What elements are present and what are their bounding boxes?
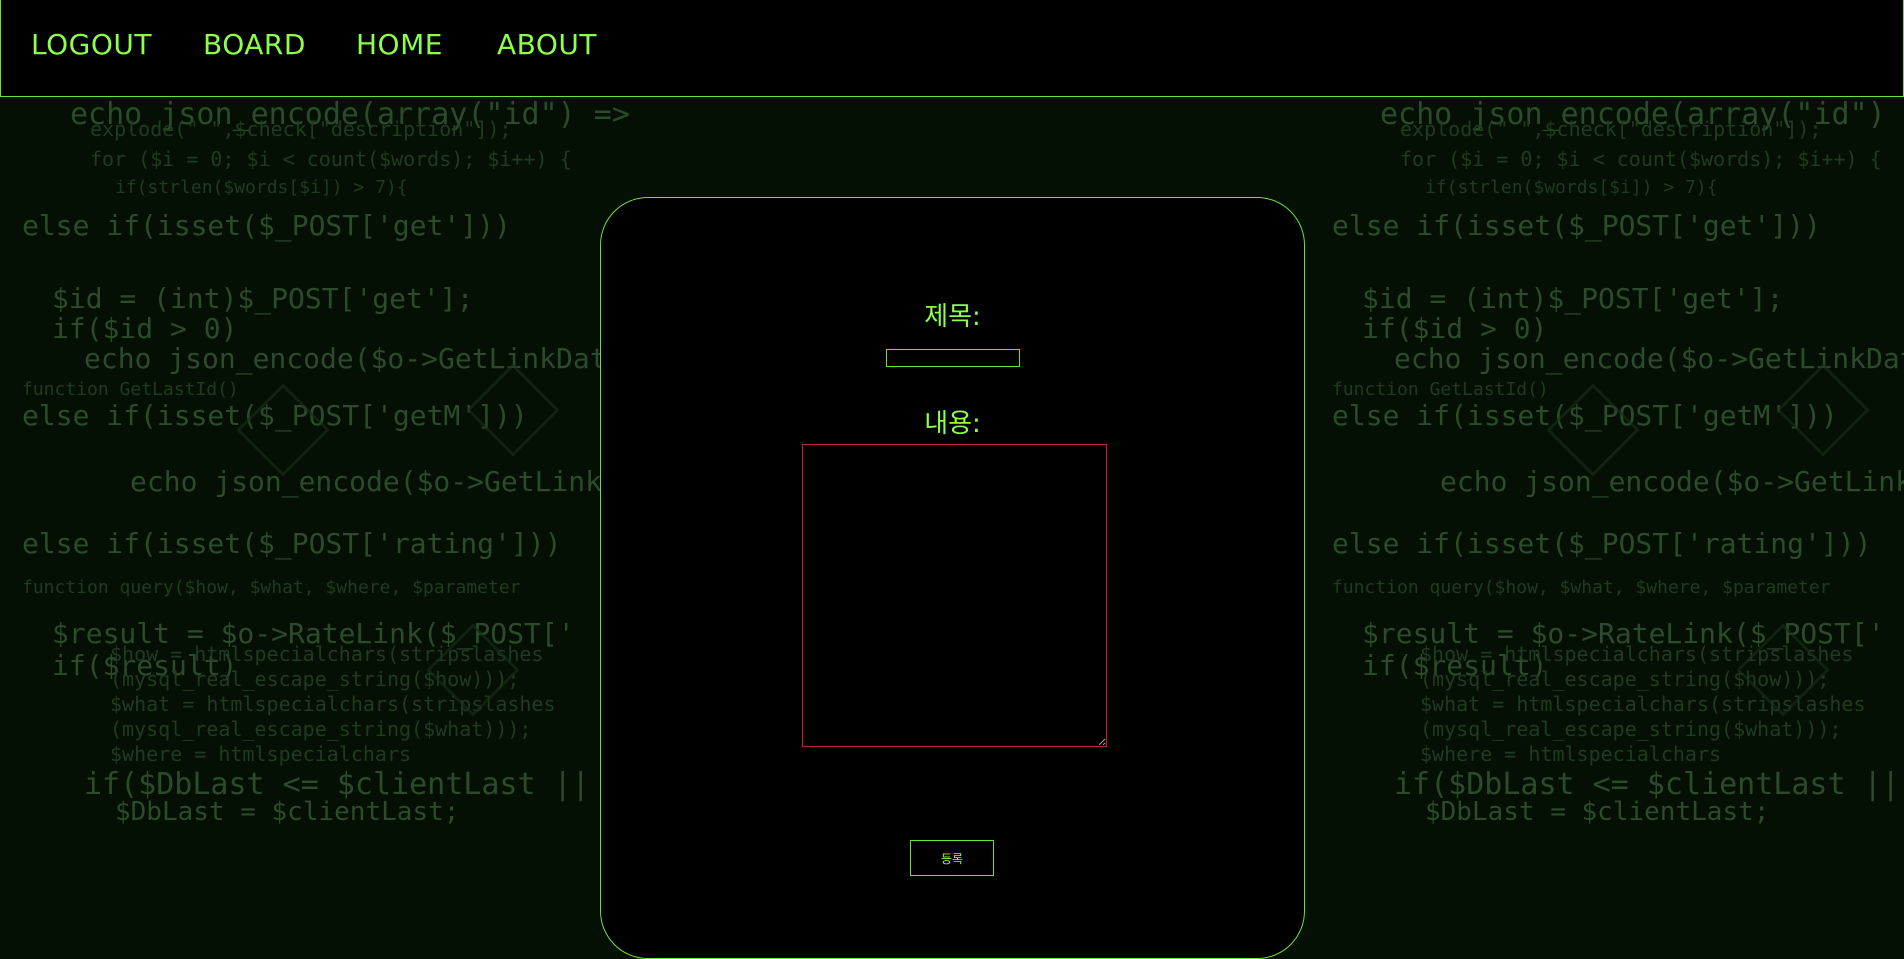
code-line: if(strlen($words[$i]) > 7){ (1425, 177, 1718, 198)
code-line: function GetLastId() (1332, 379, 1549, 400)
code-line: (mysql_real_escape_string($what))); (1420, 717, 1842, 741)
code-line: $id = (int)$_POST['get']; (1362, 282, 1784, 315)
code-line: $DbLast = $clientLast; (115, 797, 460, 827)
code-line: if($id > 0) (52, 312, 238, 345)
code-line: for ($i = 0; $i < count($words); $i++) { (1400, 147, 1882, 171)
code-column-left: echo json_encode(array("id") => $DbLast,… (0, 97, 640, 944)
content-label: 내용: (924, 409, 981, 439)
code-line: echo json_encode($o->GetLinksData (130, 465, 640, 498)
code-line: else if(isset($_POST['rating'])) (1332, 527, 1872, 560)
watermark-shape (1546, 383, 1640, 477)
nav-logout-link[interactable]: LOGOUT (31, 28, 152, 61)
code-line: echo json_encode($o->GetLinkData (84, 342, 624, 375)
code-column-right: echo json_encode(array("id") => $DbLast,… (1310, 97, 1904, 944)
code-line: for ($i = 0; $i < count($words); $i++) { (90, 147, 572, 171)
top-navbar: LOGOUT BOARD HOME ABOUT (0, 0, 1904, 97)
nav-board-link[interactable]: BOARD (203, 28, 306, 61)
code-line: if($id > 0) (1362, 312, 1548, 345)
nav-home-link[interactable]: HOME (356, 28, 443, 61)
code-line: echo json_encode($o->GetLinksData (1440, 465, 1904, 498)
code-line: $DbLast = $clientLast; (1425, 797, 1770, 827)
code-line: function query($how, $what, $where, $par… (1332, 577, 1831, 598)
content-textarea[interactable] (802, 444, 1107, 747)
title-input[interactable] (886, 349, 1020, 367)
code-line: function query($how, $what, $where, $par… (22, 577, 521, 598)
code-line: if(strlen($words[$i]) > 7){ (115, 177, 408, 198)
code-line: $where = htmlspecialchars (110, 742, 412, 766)
code-line: explode(" ",$check["description"]); (1400, 117, 1822, 141)
title-label: 제목: (924, 302, 981, 332)
code-line: explode(" ",$check["description"]); (90, 117, 512, 141)
nav-about-link[interactable]: ABOUT (497, 28, 597, 61)
code-line: else if(isset($_POST['get'])) (1332, 209, 1821, 242)
code-line: else if(isset($_POST['rating'])) (22, 527, 562, 560)
submit-button[interactable]: 등록 (910, 840, 994, 876)
code-line: function GetLastId() (22, 379, 239, 400)
code-line: (mysql_real_escape_string($what))); (110, 717, 532, 741)
watermark-shape (466, 363, 560, 457)
watermark-shape (236, 383, 330, 477)
code-line: $where = htmlspecialchars (1420, 742, 1722, 766)
write-form-card: 제목: 내용: 등록 (600, 197, 1305, 959)
watermark-shape (1776, 363, 1870, 457)
code-line: else if(isset($_POST['get'])) (22, 209, 511, 242)
code-line: $id = (int)$_POST['get']; (52, 282, 474, 315)
